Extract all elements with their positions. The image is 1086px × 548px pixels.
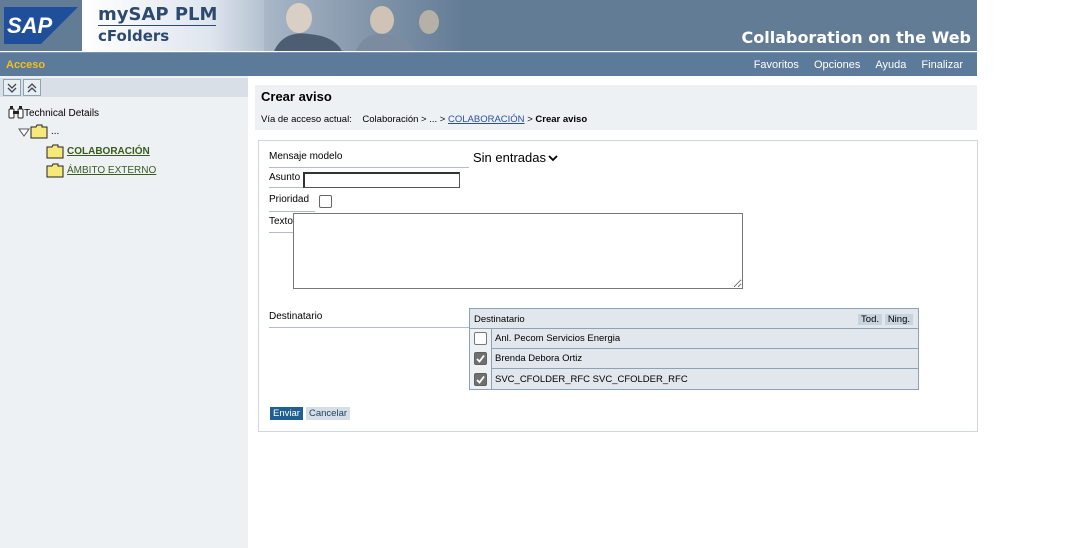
subject-input[interactable] (303, 172, 460, 188)
tree-link-ambito-externo[interactable]: ÁMBITO EXTERNO (67, 165, 156, 176)
tree-item-colaboracion[interactable]: COLABORACIÓN (46, 144, 150, 159)
recipient-checkbox[interactable] (474, 332, 487, 345)
page-header: Crear aviso Vía de acceso actual: Colabo… (255, 85, 977, 130)
brand-title: mySAP PLM (98, 4, 218, 25)
breadcrumb-prefix: Vía de acceso actual: (261, 114, 352, 125)
select-none-button[interactable]: Ning. (884, 314, 913, 325)
tree-folder-label: ... (51, 126, 60, 137)
sap-logo: SAP (4, 7, 78, 44)
folder-open-icon (30, 124, 48, 139)
send-button[interactable]: Enviar (270, 407, 303, 420)
subject-label-underline (269, 187, 303, 188)
cancel-button[interactable]: Cancelar (306, 407, 351, 420)
expand-all-icon (7, 83, 17, 93)
text-label-underline (269, 232, 293, 233)
tree-link-colaboracion[interactable]: COLABORACIÓN (67, 146, 150, 157)
sidebar: Technical Details ... COLABORACIÓN ÁMBIT… (0, 76, 248, 548)
binoculars-icon (8, 106, 24, 119)
recipients-table-header: Destinatario Tod. Ning. (470, 309, 918, 329)
expand-all-button[interactable] (3, 79, 21, 96)
message-textarea[interactable] (293, 213, 743, 289)
nav-favorites-link[interactable]: Favoritos (754, 59, 799, 71)
recipient-label-underline (269, 327, 469, 328)
breadcrumb-link-colaboracion[interactable]: COLABORACIÓN (448, 114, 525, 125)
text-label: Texto (269, 216, 293, 227)
collapse-all-icon (27, 82, 37, 92)
recipient-checkbox-cell (470, 348, 492, 369)
recipient-name: Anl. Pecom Servicios Energia (495, 333, 621, 344)
chevron-down-icon (548, 154, 558, 161)
recipient-checkbox-cell (470, 328, 492, 349)
nav-options-link[interactable]: Opciones (814, 59, 860, 71)
nav-links: Favoritos Opciones Ayuda Finalizar (754, 59, 963, 71)
recipient-name: Brenda Debora Ortiz (495, 353, 583, 364)
brand-divider (98, 25, 216, 26)
table-row: Brenda Debora Ortiz (470, 348, 918, 369)
checkmark-icon (476, 375, 485, 384)
brand-subtitle: cFolders (98, 27, 170, 45)
breadcrumb-current: Crear aviso (535, 114, 588, 125)
header-banner: SAP mySAP PLM cFolders Collaboration on … (0, 0, 977, 51)
top-navigation-bar: Acceso Favoritos Opciones Ayuda Finaliza… (0, 52, 977, 76)
tree-root-label: Technical Details (24, 107, 100, 119)
breadcrumb-separator: > (527, 114, 533, 125)
priority-label: Prioridad (269, 194, 310, 205)
priority-checkbox[interactable] (319, 195, 332, 208)
priority-label-underline (269, 211, 315, 212)
nav-logout-link[interactable]: Finalizar (921, 59, 963, 71)
template-label-underline (269, 167, 469, 168)
nav-help-link[interactable]: Ayuda (875, 59, 906, 71)
recipient-checkbox[interactable] (474, 352, 487, 365)
recipients-column-header: Destinatario (474, 314, 525, 325)
select-all-button[interactable]: Tod. (858, 314, 882, 325)
breadcrumb-item-colaboracion[interactable]: Colaboración (362, 114, 418, 125)
collapse-all-button[interactable] (23, 79, 41, 96)
recipient-label: Destinatario (269, 311, 323, 322)
recipient-checkbox-cell (470, 369, 492, 389)
recipients-table: Destinatario Tod. Ning. Anl. Pecom Servi… (469, 308, 919, 390)
template-select-value: Sin entradas (473, 150, 546, 165)
template-label: Mensaje modelo (269, 151, 343, 162)
table-row: Anl. Pecom Servicios Energia (470, 328, 918, 349)
tree-item-ambito-externo[interactable]: ÁMBITO EXTERNO (46, 163, 156, 178)
breadcrumb-separator: > (421, 114, 427, 125)
breadcrumb: Vía de acceso actual: Colaboración > ...… (261, 114, 587, 125)
nav-section-access[interactable]: Acceso (6, 59, 45, 71)
checkmark-icon (476, 354, 485, 363)
tree-root-item[interactable]: Technical Details (8, 106, 99, 120)
create-notice-form: Mensaje modelo Sin entradas Asunto Prior… (258, 140, 978, 432)
svg-text:SAP: SAP (7, 13, 53, 38)
header-tagline: Collaboration on the Web (741, 28, 971, 47)
template-select[interactable]: Sin entradas (473, 150, 558, 165)
folder-icon (46, 144, 64, 159)
sidebar-toolbar (0, 78, 248, 97)
tree-folder-item[interactable]: ... (18, 124, 59, 139)
breadcrumb-separator: > (439, 114, 446, 125)
table-row: SVC_CFOLDER_RFC SVC_CFOLDER_RFC (470, 369, 918, 389)
page-title: Crear aviso (261, 89, 332, 104)
subject-label: Asunto (269, 172, 301, 183)
folder-icon (46, 163, 64, 178)
breadcrumb-item-ellipsis[interactable]: ... (429, 114, 437, 125)
recipient-name: SVC_CFOLDER_RFC SVC_CFOLDER_RFC (495, 373, 688, 385)
expand-toggle-icon[interactable] (18, 127, 30, 137)
header-photo-image (264, 0, 464, 51)
recipient-checkbox[interactable] (474, 372, 487, 386)
